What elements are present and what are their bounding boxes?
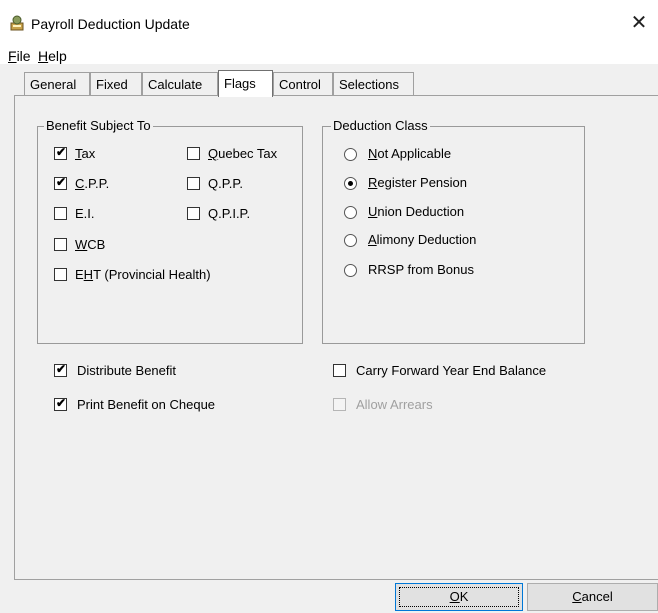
qpip-checkbox[interactable] [187,207,200,220]
allow-arrears-checkbox[interactable] [333,398,346,411]
not-applicable-radio[interactable] [344,148,357,161]
alimony-deduction-radio[interactable] [344,234,357,247]
tax-checkbox[interactable]: ✔ [54,145,67,160]
ei-checkbox[interactable] [54,207,67,220]
quebec-tax-label: Quebec Tax [208,146,278,161]
check-icon: ✔ [56,175,67,189]
eht-label: EHT (Provincial Health) [75,267,211,282]
print-benefit-checkbox[interactable]: ✔ [54,396,67,411]
tab-selections[interactable]: Selections [333,72,414,95]
distribute-benefit-label: Distribute Benefit [77,363,176,378]
ei-label: E.I. [75,206,95,221]
wcb-checkbox[interactable] [54,238,67,251]
tab-fixed[interactable]: Fixed [90,72,142,95]
qpp-label: Q.P.P. [208,176,243,191]
register-pension-label: Register Pension [368,175,468,190]
qpip-label: Q.P.I.P. [208,206,251,221]
union-deduction-label: Union Deduction [368,204,465,219]
tax-label: Tax [75,146,96,161]
register-pension-radio[interactable] [344,177,357,190]
deduction-class-legend: Deduction Class [331,118,430,133]
not-applicable-label: Not Applicable [368,146,452,161]
ok-button[interactable]: OK [395,583,523,611]
check-icon: ✔ [56,145,67,159]
rrsp-from-bonus-label: RRSP from Bonus [368,262,474,277]
quebec-tax-checkbox[interactable] [187,147,200,160]
tab-flags[interactable]: Flags [218,70,273,97]
close-icon[interactable]: ✕ [620,6,658,40]
tab-calculate[interactable]: Calculate [142,72,218,95]
carry-forward-label: Carry Forward Year End Balance [356,363,547,378]
window-title: Payroll Deduction Update [31,16,190,32]
menu-help[interactable]: Help [38,48,67,64]
radio-selected-dot [348,181,353,186]
benefit-subject-legend: Benefit Subject To [44,118,153,133]
print-benefit-label: Print Benefit on Cheque [77,397,216,412]
distribute-benefit-checkbox[interactable]: ✔ [54,362,67,377]
payroll-app-icon[interactable] [8,14,26,32]
menu-file[interactable]: File [8,48,31,64]
carry-forward-checkbox[interactable] [333,364,346,377]
allow-arrears-label: Allow Arrears [356,397,433,412]
qpp-checkbox[interactable] [187,177,200,190]
tab-general[interactable]: General [24,72,90,95]
eht-checkbox[interactable] [54,268,67,281]
menu-bar [0,40,658,64]
union-deduction-radio[interactable] [344,206,357,219]
focus-rect [399,587,519,607]
cpp-checkbox[interactable]: ✔ [54,175,67,190]
rrsp-from-bonus-radio[interactable] [344,264,357,277]
check-icon: ✔ [56,362,67,376]
tab-control[interactable]: Control [273,72,333,95]
alimony-deduction-label: Alimony Deduction [368,232,477,247]
check-icon: ✔ [56,396,67,410]
cpp-label: C.P.P. [75,176,110,191]
wcb-label: WCB [75,237,106,252]
cancel-button[interactable]: Cancel [527,583,658,611]
